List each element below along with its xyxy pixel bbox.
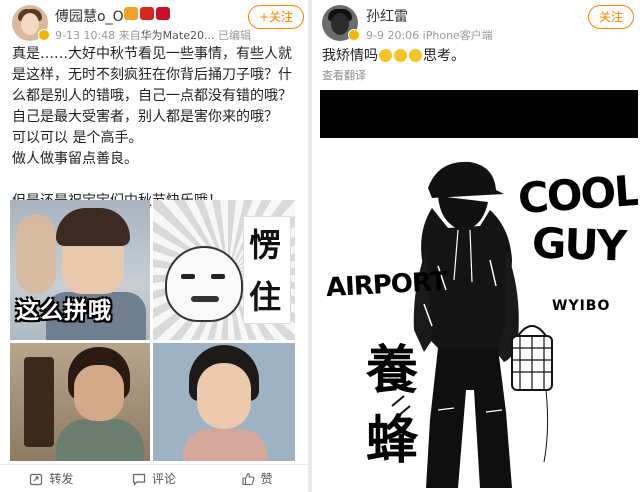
like-label: 赞 — [260, 472, 273, 486]
comment-icon — [132, 473, 146, 486]
post-text: 真是……大好中秋节看见一些事情，有些人就 是这样，无时不刻疯狂在你背后捅刀子哦？… — [12, 44, 302, 212]
left-post-card: 傅园慧o_O 9-13 10:48 来自华为Mate20... 已编辑 +关注 … — [0, 0, 308, 492]
artwork-text-airport: AIRPORT — [325, 266, 448, 304]
translate-link[interactable]: 查看翻译 — [322, 67, 366, 83]
hongkong-flag-icon — [156, 7, 170, 20]
meme-caption: 这么拼哦 — [16, 298, 112, 324]
repost-label: 转发 — [49, 472, 74, 486]
emoji-icon — [409, 49, 422, 62]
comment-label: 评论 — [152, 472, 177, 486]
user-badges — [124, 7, 170, 20]
text-before: 我矫情吗 — [322, 48, 378, 64]
post-meta: 9-13 10:48 来自华为Mate20... 已编辑 — [55, 27, 251, 43]
thumbs-up-icon — [242, 472, 255, 485]
text-line: 自己是最大受害者，别人都是害你来的哦？ — [12, 109, 278, 125]
post-date: 9-13 10:48 — [55, 29, 116, 42]
artwork-char-yang: 養 — [366, 341, 419, 401]
action-bar: 转发 评论 赞 — [0, 464, 308, 492]
post-date: 9-9 20:06 — [366, 29, 420, 42]
follow-button[interactable]: 关注 — [588, 5, 634, 29]
text-line: 做人做事留点善良。 — [12, 151, 138, 167]
verified-icon — [38, 29, 50, 41]
image-tile-3[interactable] — [10, 343, 150, 461]
right-post-card: 孙红雷 9-9 20:06 iPhone客户端 关注 我矫情吗 思考。 查看翻译 — [308, 0, 640, 492]
meme-char: 住 — [249, 278, 282, 316]
post-meta: 9-9 20:06 iPhone客户端 — [366, 27, 493, 43]
text-line: 可以可以 是个高手。 — [12, 130, 143, 146]
post-text: 我矫情吗 思考。 — [322, 45, 465, 65]
username[interactable]: 孙红雷 — [366, 6, 408, 26]
meme-char: 愣 — [249, 226, 282, 264]
artwork-text-guy: GUY — [531, 218, 626, 271]
text-line: 是这样，无时不刻疯狂在你背后捅刀子哦？什 — [12, 67, 292, 83]
verified-icon — [348, 29, 360, 41]
source-device[interactable]: 华为Mate20... — [141, 29, 215, 42]
artwork-char-feng: 蜂 — [366, 411, 419, 471]
like-button[interactable]: 赞 — [205, 465, 308, 492]
china-flag-icon — [140, 7, 154, 20]
comment-button[interactable]: 评论 — [103, 465, 206, 492]
repost-icon — [30, 473, 43, 485]
text-line: 么都是别人的错哦，自己一点都没有错的哦？ — [12, 88, 292, 104]
username[interactable]: 傅园慧o_O — [55, 6, 124, 26]
follow-button[interactable]: +关注 — [248, 5, 304, 29]
vip-badge-icon — [124, 7, 138, 20]
post-artwork[interactable]: COOL GUY AIRPORT WYIBO 養 蜂 — [320, 90, 638, 490]
text-line: 真是……大好中秋节看见一些事情，有些人就 — [12, 46, 292, 62]
repost-button[interactable]: 转发 — [0, 465, 103, 492]
emoji-icon — [379, 49, 392, 62]
text-after: 思考。 — [423, 48, 465, 64]
artwork-text-cool: COOL — [516, 165, 638, 224]
image-tile-2[interactable]: 愣 住 — [153, 200, 295, 340]
image-tile-4[interactable] — [153, 343, 295, 461]
source-prefix: 来自 — [118, 29, 141, 42]
image-tile-1[interactable]: 这么拼哦 — [10, 200, 150, 340]
artwork-text-wyibo: WYIBO — [552, 298, 611, 314]
emoji-icon — [394, 49, 407, 62]
edited-status[interactable]: 已编辑 — [218, 29, 251, 42]
source-device[interactable]: iPhone客户端 — [423, 29, 493, 42]
